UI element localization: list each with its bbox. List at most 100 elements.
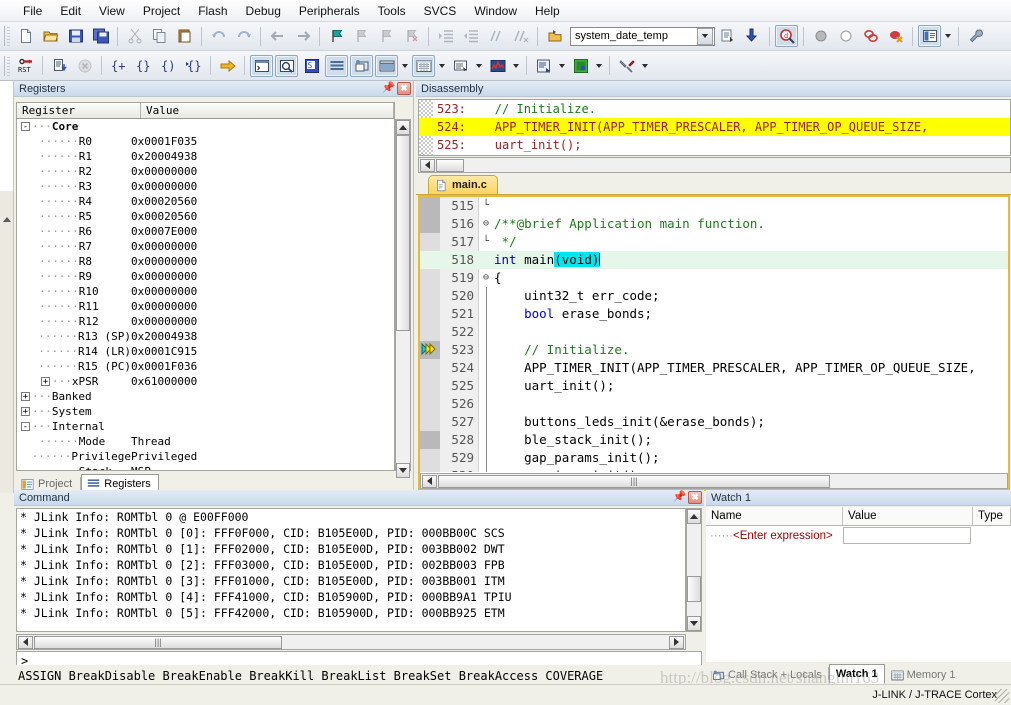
register-value[interactable]: 0x00000000 [131,315,197,328]
register-value[interactable]: MSP [131,465,151,471]
copy-icon[interactable] [148,25,171,47]
disassembly-line[interactable]: 523: // Initialize. [419,100,1010,118]
chevron-down-icon[interactable] [697,28,713,45]
cut-icon[interactable] [123,25,146,47]
close-icon[interactable]: ✖ [397,82,411,95]
registers-table[interactable]: -···Core······R00x0001F035······R10x2000… [16,119,395,471]
menu-item-view[interactable]: View [90,2,134,20]
register-row[interactable]: ······R10x20004938 [17,149,394,164]
register-value[interactable]: 0x00020560 [131,195,197,208]
register-row[interactable]: +···System [17,404,394,419]
reset-icon[interactable]: RST [14,55,37,77]
uncomment-lines-icon[interactable] [509,25,532,47]
scroll-up-button[interactable] [396,120,410,135]
menu-item-help[interactable]: Help [526,2,569,20]
scroll-left-button[interactable] [422,475,437,488]
power-log-icon[interactable] [532,55,555,77]
register-row[interactable]: ······R20x00000000 [17,164,394,179]
disassembly-code-area[interactable]: 523: // Initialize.524: APP_TIMER_INIT(A… [418,99,1011,156]
jlink-tools-icon[interactable] [569,55,592,77]
watch-expression-placeholder[interactable]: ······<Enter expression> [706,530,843,542]
register-value[interactable]: 0x00000000 [131,300,197,313]
register-value[interactable]: 0x0001C915 [131,345,197,358]
register-row[interactable]: +···Banked [17,389,394,404]
toolbar-grip[interactable] [4,56,11,76]
open-folder-icon[interactable] [39,25,62,47]
options-wrench-icon[interactable] [615,55,638,77]
scroll-right-button[interactable] [669,636,684,649]
workspace-window-icon[interactable] [918,25,941,47]
find-in-files-icon[interactable]: d [775,25,798,47]
scroll-down-button[interactable] [687,616,701,631]
chevron-down-icon[interactable] [436,55,448,77]
save-icon[interactable] [64,25,87,47]
redo-icon[interactable] [232,25,255,47]
breakpoint-toggle-icon[interactable] [859,25,882,47]
register-value[interactable]: 0x00000000 [131,240,197,253]
register-row[interactable]: ······R120x00000000 [17,314,394,329]
run-to-cursor-icon[interactable] [216,55,239,77]
record-macro-icon[interactable] [809,25,832,47]
editor-line[interactable]: 515└ [420,197,1008,215]
tab-memory-1[interactable]: Memory 1 [885,666,962,684]
scroll-down-button[interactable] [396,463,410,478]
chevron-down-icon[interactable] [473,55,485,77]
save-all-icon[interactable] [89,25,112,47]
column-header-value[interactable]: Value [141,103,394,118]
register-row[interactable]: ······R14 (LR)0x0001C915 [17,344,394,359]
register-value[interactable]: Privileged [131,450,197,463]
column-header-type[interactable]: Type [973,507,1011,525]
bookmark-prev-icon[interactable] [350,25,373,47]
resize-grip[interactable] [995,689,1009,703]
chevron-down-icon[interactable] [593,55,605,77]
scrollbar-thumb[interactable] [436,159,464,172]
chevron-down-icon[interactable] [510,55,522,77]
download-debug-icon[interactable] [741,25,764,47]
registers-vertical-scrollbar[interactable] [395,119,411,471]
register-row[interactable]: ······R13 (SP)0x20004938 [17,329,394,344]
editor-line[interactable]: 529 gap_params_init(); [420,449,1008,467]
editor-line[interactable]: 527 buttons_leds_init(&erase_bonds); [420,413,1008,431]
register-row[interactable]: ······R30x00000000 [17,179,394,194]
breakpoint-clear-icon[interactable] [884,25,907,47]
command-vertical-scrollbar[interactable] [686,508,702,632]
watch-value-cell[interactable] [843,527,971,544]
scroll-up-button[interactable] [687,509,701,524]
editor-line[interactable]: 524 APP_TIMER_INIT(APP_TIMER_PRESCALER, … [420,359,1008,377]
menu-item-tools[interactable]: Tools [369,2,415,20]
command-output[interactable]: * JLink Info: ROMTbl 0 @ E00FF000* JLink… [16,508,686,632]
editor-line[interactable]: 530 services_init(); [420,467,1008,472]
register-row[interactable]: +···xPSR0x61000000 [17,374,394,389]
column-header-register[interactable]: Register [17,103,141,118]
bookmark-toggle-icon[interactable] [325,25,348,47]
collapse-icon[interactable]: - [21,422,30,431]
editor-line[interactable]: 523 // Initialize. [420,341,1008,359]
menu-item-window[interactable]: Window [465,2,526,20]
register-row[interactable]: ······R70x00000000 [17,239,394,254]
editor-horizontal-scrollbar[interactable]: ||| [420,473,1008,489]
collapse-arrow-icon[interactable] [3,217,11,222]
editor-line[interactable]: 525 uart_init(); [420,377,1008,395]
menu-item-svcs[interactable]: SVCS [415,2,466,20]
editor-line[interactable]: 526 [420,395,1008,413]
register-row[interactable]: ······R40x00020560 [17,194,394,209]
step-into-icon[interactable]: {} [132,55,155,77]
register-value[interactable]: 0x0001F036 [131,360,197,373]
scrollbar-thumb[interactable] [396,135,410,331]
expand-icon[interactable]: + [21,407,30,416]
editor-line[interactable]: 517└ */ [420,233,1008,251]
tab-watch-1[interactable]: Watch 1 [829,664,885,684]
code-fold-toggle-icon[interactable]: └ [480,197,492,215]
next-statement-icon[interactable]: {} [182,55,205,77]
sampling-icon[interactable] [486,55,509,77]
register-value[interactable]: 0x61000000 [131,375,197,388]
register-row[interactable]: ······StackMSP [17,464,394,471]
register-row[interactable]: ······R60x0007E000 [17,224,394,239]
register-row[interactable]: -···Core [17,119,394,134]
column-header-value[interactable]: Value [843,507,973,525]
build-configuration-combo[interactable]: system_date_temp [570,27,715,46]
editor-code-area[interactable]: 515└516⊖/**@brief Application main funct… [420,197,1008,472]
left-dock-strip[interactable] [0,81,14,493]
disassembly-horizontal-scrollbar[interactable] [418,157,1011,173]
close-icon[interactable]: ✖ [688,491,702,504]
